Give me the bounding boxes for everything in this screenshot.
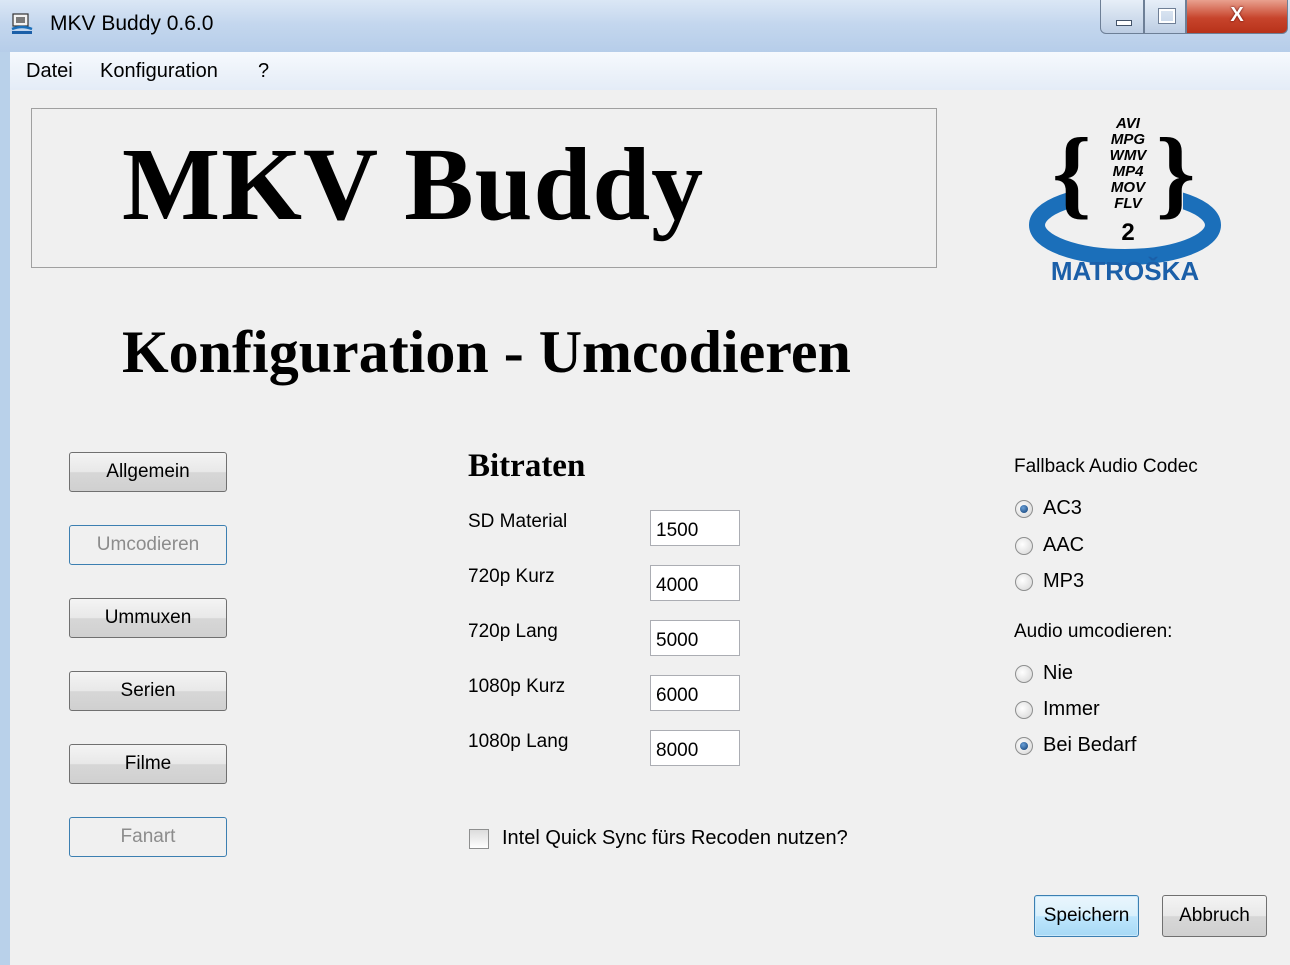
save-button[interactable]: Speichern xyxy=(1034,895,1139,937)
sd-material-label: SD Material xyxy=(468,511,568,532)
nav-fanart-button: Fanart xyxy=(69,817,227,857)
title-bar[interactable]: MKV Buddy 0.6.0 X xyxy=(0,0,1290,52)
radio-aac[interactable] xyxy=(1015,537,1033,555)
bitrates-heading: Bitraten xyxy=(468,448,586,484)
1080p-lang-input[interactable] xyxy=(650,730,740,766)
app-window: MKV Buddy 0.6.0 X Datei Konfiguration ? … xyxy=(0,0,1290,965)
nav-ummuxen-button[interactable]: Ummuxen xyxy=(69,598,227,638)
radio-nie-label[interactable]: Nie xyxy=(1043,662,1073,685)
radio-nie[interactable] xyxy=(1015,665,1033,683)
logo-format-mpg: MPG xyxy=(1111,131,1146,148)
banner-title: MKV Buddy xyxy=(122,127,705,242)
radio-ac3-label[interactable]: AC3 xyxy=(1043,497,1082,520)
maximize-icon xyxy=(1158,8,1176,24)
sd-material-input[interactable] xyxy=(650,510,740,546)
720p-lang-input[interactable] xyxy=(650,620,740,656)
logo-format-flv: FLV xyxy=(1114,195,1143,212)
fallback-codec-label: Fallback Audio Codec xyxy=(1014,456,1198,477)
720p-kurz-input[interactable] xyxy=(650,565,740,601)
nav-allgemein-button[interactable]: Allgemein xyxy=(69,452,227,492)
cancel-button[interactable]: Abbruch xyxy=(1162,895,1267,937)
nav-serien-button[interactable]: Serien xyxy=(69,671,227,711)
1080p-kurz-input[interactable] xyxy=(650,675,740,711)
radio-mp3[interactable] xyxy=(1015,573,1033,591)
logo-number: 2 xyxy=(1121,219,1134,246)
1080p-lang-label: 1080p Lang xyxy=(468,731,569,752)
banner-panel: MKV Buddy xyxy=(31,108,937,268)
page-title: Konfiguration - Umcodieren xyxy=(122,319,851,385)
matroska-logo: { } AVI MPG WMV MP4 MOV FLV 2 MATROŠKA xyxy=(1029,115,1221,286)
client-area: MKV Buddy { } AVI MPG WMV MP4 MOV FLV 2 … xyxy=(10,90,1290,965)
radio-mp3-label[interactable]: MP3 xyxy=(1043,570,1084,593)
menu-konfiguration[interactable]: Konfiguration xyxy=(100,60,218,83)
close-button[interactable]: X xyxy=(1186,0,1288,34)
audio-transcode-label: Audio umcodieren: xyxy=(1014,621,1173,642)
logo-format-wmv: WMV xyxy=(1110,147,1149,164)
window-controls: X xyxy=(1100,0,1290,36)
radio-bei-bedarf-label[interactable]: Bei Bedarf xyxy=(1043,734,1136,757)
logo-format-mp4: MP4 xyxy=(1113,163,1145,180)
minimize-button[interactable] xyxy=(1100,0,1144,34)
svg-text:}: } xyxy=(1156,117,1195,228)
logo-brand: MATROŠKA xyxy=(1051,256,1200,286)
radio-immer-label[interactable]: Immer xyxy=(1043,698,1100,721)
maximize-button[interactable] xyxy=(1144,0,1186,34)
720p-lang-label: 720p Lang xyxy=(468,621,558,642)
1080p-kurz-label: 1080p Kurz xyxy=(468,676,566,697)
quicksync-label[interactable]: Intel Quick Sync fürs Recoden nutzen? xyxy=(502,827,848,850)
logo-format-mov: MOV xyxy=(1111,179,1147,196)
menu-bar: Datei Konfiguration ? xyxy=(10,52,1290,91)
window-title: MKV Buddy 0.6.0 xyxy=(50,12,214,35)
close-icon: X xyxy=(1230,4,1244,26)
menu-datei[interactable]: Datei xyxy=(26,60,73,83)
nav-filme-button[interactable]: Filme xyxy=(69,744,227,784)
svg-text:{: { xyxy=(1052,117,1091,228)
app-icon xyxy=(11,13,33,34)
quicksync-checkbox[interactable] xyxy=(469,829,489,849)
radio-ac3[interactable] xyxy=(1015,500,1033,518)
nav-umcodieren-button: Umcodieren xyxy=(69,525,227,565)
minimize-icon xyxy=(1116,20,1132,26)
menu-help[interactable]: ? xyxy=(258,60,269,83)
radio-bei-bedarf[interactable] xyxy=(1015,737,1033,755)
720p-kurz-label: 720p Kurz xyxy=(468,566,555,587)
radio-aac-label[interactable]: AAC xyxy=(1043,534,1084,557)
logo-format-avi: AVI xyxy=(1115,115,1141,132)
radio-immer[interactable] xyxy=(1015,701,1033,719)
